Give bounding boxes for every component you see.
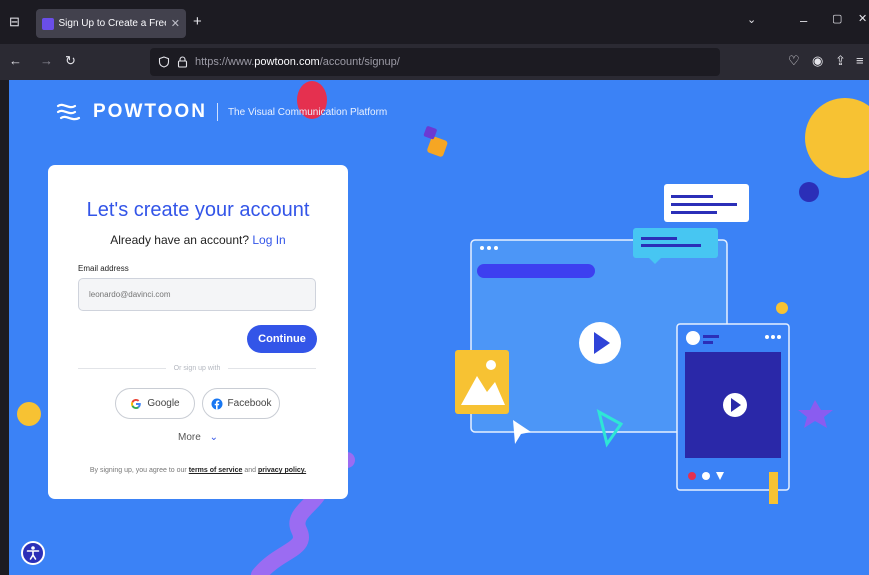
illustration-chat-bubble-cyan — [633, 228, 718, 258]
reload-icon[interactable]: ↻ — [65, 54, 76, 67]
new-tab-icon[interactable]: + — [193, 14, 202, 29]
more-options[interactable]: More ⌄ — [48, 432, 348, 443]
forward-icon[interactable]: → — [40, 54, 53, 67]
back-icon[interactable]: ← — [9, 54, 22, 67]
google-label: Google — [147, 398, 180, 409]
tab-bar: ⊟ Sign Up to Create a Free Powtoon ✕ + ⌄… — [0, 0, 869, 44]
tab-title: Sign Up to Create a Free Powtoon — [58, 18, 166, 29]
facebook-signup-button[interactable]: Facebook — [202, 388, 280, 419]
lock-icon — [177, 56, 188, 68]
yellow-sphere-shape — [805, 98, 869, 178]
google-icon — [131, 398, 142, 409]
brand-name: POWTOON — [93, 101, 207, 122]
privacy-policy-link[interactable]: privacy policy. — [258, 467, 306, 474]
terms-prefix: By signing up, you agree to our — [89, 467, 187, 474]
continue-button[interactable]: Continue — [247, 325, 317, 353]
yellow-square-shape — [427, 136, 448, 157]
login-link[interactable]: Log In — [252, 233, 285, 247]
have-account-text: Already have an account? — [110, 233, 250, 247]
terms-and: and — [244, 467, 257, 474]
divider-line-left — [78, 368, 166, 369]
header-logo[interactable]: POWTOON The Visual Communication Platfor… — [55, 101, 387, 123]
terms-text: By signing up, you agree to our terms of… — [48, 467, 348, 474]
divider-line-right — [228, 368, 316, 369]
close-tab-icon[interactable]: ✕ — [171, 17, 180, 30]
or-divider: Or sign up with — [78, 365, 316, 372]
pocket-icon[interactable]: ♡ — [788, 54, 800, 67]
email-label: Email address — [78, 264, 129, 273]
page-content: POWTOON The Visual Communication Platfor… — [9, 80, 869, 575]
small-yellow-sphere-shape — [17, 402, 41, 426]
or-text: Or sign up with — [173, 365, 221, 372]
tab-list-icon[interactable]: ⊟ — [9, 15, 20, 28]
blue-ball-shape — [799, 182, 819, 202]
minimize-icon[interactable]: – — [800, 14, 807, 27]
powtoon-favicon-icon — [42, 17, 54, 30]
signup-card: Let's create your account Already have a… — [48, 165, 348, 499]
accessibility-button[interactable] — [21, 541, 45, 565]
more-label: More — [178, 432, 201, 443]
url-text: https://www.powtoon.com/account/signup/ — [195, 56, 400, 68]
email-field[interactable] — [78, 278, 316, 311]
illustration-bookmark — [769, 472, 778, 504]
purple-star-shape — [798, 400, 833, 428]
terms-of-service-link[interactable]: terms of service — [189, 467, 243, 474]
accessibility-icon — [26, 546, 40, 560]
facebook-label: Facebook — [227, 398, 272, 409]
have-account-line: Already have an account? Log In — [48, 233, 348, 247]
extensions-icon[interactable]: ⇪ — [835, 54, 846, 67]
signup-title: Let's create your account — [86, 199, 310, 221]
shield-icon — [158, 56, 170, 68]
account-icon[interactable]: ◉ — [812, 54, 823, 67]
maximize-icon[interactable]: ▢ — [832, 14, 842, 25]
tiny-yellow-dot-shape — [776, 302, 788, 314]
header-divider — [216, 103, 218, 121]
powtoon-logo-icon — [56, 103, 81, 121]
url-bar[interactable]: https://www.powtoon.com/account/signup/ — [150, 48, 720, 76]
close-window-icon[interactable]: ✕ — [858, 14, 867, 25]
google-signup-button[interactable]: Google — [115, 388, 195, 419]
chevron-down-icon[interactable]: ⌄ — [747, 15, 756, 26]
illustration-search-bar — [477, 264, 595, 278]
browser-tab[interactable]: Sign Up to Create a Free Powtoon ✕ — [36, 9, 186, 38]
facebook-icon — [211, 398, 223, 409]
menu-icon[interactable]: ≡ — [856, 54, 864, 67]
chevron-down-icon: ⌄ — [209, 432, 218, 443]
brand-tagline: The Visual Communication Platform — [227, 106, 388, 118]
